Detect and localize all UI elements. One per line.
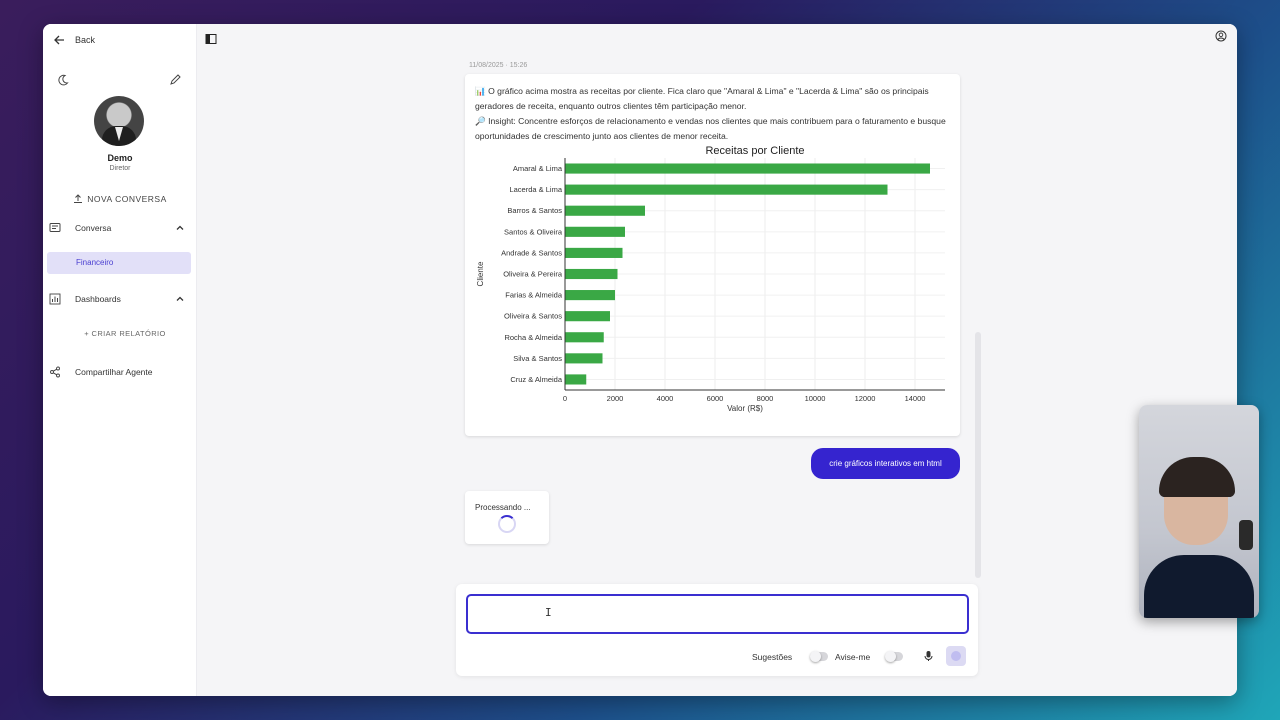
bar: [565, 268, 618, 280]
x-tick-label: 6000: [707, 394, 724, 403]
x-tick-label: 8000: [757, 394, 774, 403]
back-label: Back: [75, 35, 96, 45]
x-tick-label: 2000: [607, 394, 624, 403]
suggestions-toggle[interactable]: [810, 651, 828, 662]
category-label: Oliveira & Santos: [504, 312, 562, 321]
user-message-bubble: crie gráficos interativos em html: [811, 448, 960, 479]
send-button[interactable]: [946, 646, 966, 666]
back-button[interactable]: Back: [53, 34, 95, 46]
processing-label: Processando ...: [475, 503, 531, 512]
notify-label: Avise-me: [835, 652, 871, 662]
bar-chart-icon: [49, 293, 61, 305]
x-tick-label: 12000: [855, 394, 876, 403]
moon-icon[interactable]: [57, 74, 69, 86]
upload-icon: [74, 194, 83, 203]
y-axis-label: Cliente: [476, 261, 485, 286]
app-window: Back Demo Diretor NOVA CONVERSA Conversa…: [43, 24, 1237, 696]
revenue-bar-chart: Receitas por Cliente 0 2000 4000 6000 8000 100…: [476, 145, 945, 413]
category-label: Santos & Oliveira: [504, 227, 563, 236]
notify-toggle[interactable]: [885, 651, 903, 662]
bar: [565, 163, 930, 174]
dashboards-section-label: Dashboards: [75, 294, 121, 304]
x-tick-label: 0: [563, 394, 567, 403]
assistant-chart-message: 📊 O gráfico acima mostra as receitas por…: [465, 74, 960, 436]
assistant-message-text: 📊 O gráfico acima mostra as receitas por…: [475, 84, 955, 144]
category-label: Silva & Santos: [513, 354, 562, 363]
category-label: Andrade & Santos: [501, 248, 562, 257]
sidebar-toggle-icon[interactable]: [205, 33, 217, 45]
x-tick-label: 4000: [657, 394, 674, 403]
category-label: Rocha & Almeida: [504, 333, 562, 342]
chat-area: 11/08/2025 · 15:26 📊 O gráfico acima mos…: [197, 24, 1237, 696]
chart-title: Receitas por Cliente: [705, 145, 804, 157]
bar: [565, 311, 610, 322]
message-timestamp: 11/08/2025 · 15:26: [469, 62, 528, 69]
webcam-overlay: [1139, 405, 1259, 618]
composer: I Sugestões Avise-me: [456, 584, 978, 676]
chevron-up-icon: [176, 225, 184, 230]
chat-icon: [49, 223, 61, 232]
assistant-summary-text: 📊 O gráfico acima mostra as receitas por…: [475, 86, 929, 111]
microphone-icon: [924, 651, 932, 661]
new-conversation-button[interactable]: NOVA CONVERSA: [43, 194, 197, 204]
account-icon[interactable]: [1215, 30, 1227, 42]
conversation-section-label: Conversa: [75, 223, 112, 233]
create-report-button[interactable]: + CRIAR RELATÓRIO: [43, 329, 207, 338]
assistant-insight-text: 🔎 Insight: Concentre esforços de relacio…: [475, 116, 946, 141]
x-tick-label: 10000: [805, 394, 826, 403]
category-label: Lacerda & Lima: [509, 185, 562, 194]
category-label: Amaral & Lima: [513, 164, 563, 173]
share-agent-button[interactable]: Compartilhar Agente: [49, 366, 191, 378]
bar: [565, 290, 615, 301]
category-label: Barros & Santos: [507, 206, 562, 215]
pencil-icon[interactable]: [169, 74, 181, 86]
sidebar-item-financeiro[interactable]: Financeiro: [47, 252, 191, 274]
text-cursor-icon: I: [545, 606, 552, 619]
share-agent-label: Compartilhar Agente: [75, 367, 153, 377]
bar: [565, 332, 604, 343]
bar: [565, 374, 587, 385]
scrollbar[interactable]: [975, 332, 981, 578]
loading-spinner-icon: [498, 515, 516, 533]
processing-indicator: Processando ...: [465, 491, 549, 544]
new-conversation-label: NOVA CONVERSA: [87, 194, 167, 204]
bar: [565, 247, 623, 258]
category-label: Farias & Almeida: [505, 291, 563, 300]
share-icon: [50, 366, 60, 378]
bar: [565, 353, 603, 364]
bar: [565, 205, 645, 216]
bar: [565, 184, 888, 195]
dashboards-section-header[interactable]: Dashboards: [49, 293, 191, 305]
user-role: Diretor: [109, 165, 131, 172]
category-label: Cruz & Almeida: [510, 375, 563, 384]
suggestions-label: Sugestões: [752, 652, 793, 662]
avatar: [94, 96, 144, 146]
x-axis-label: Valor (R$): [727, 404, 763, 413]
x-tick-label: 14000: [905, 394, 926, 403]
user-name: Demo: [107, 153, 133, 163]
message-input[interactable]: [466, 594, 969, 634]
bar: [565, 226, 625, 237]
arrow-left-icon: [54, 35, 64, 45]
chevron-up-icon: [176, 296, 184, 301]
sidebar: Back Demo Diretor NOVA CONVERSA Conversa…: [43, 24, 197, 696]
conversation-section-header[interactable]: Conversa: [49, 222, 191, 234]
microphone-button[interactable]: [918, 646, 938, 666]
category-label: Oliveira & Pereira: [503, 270, 563, 279]
